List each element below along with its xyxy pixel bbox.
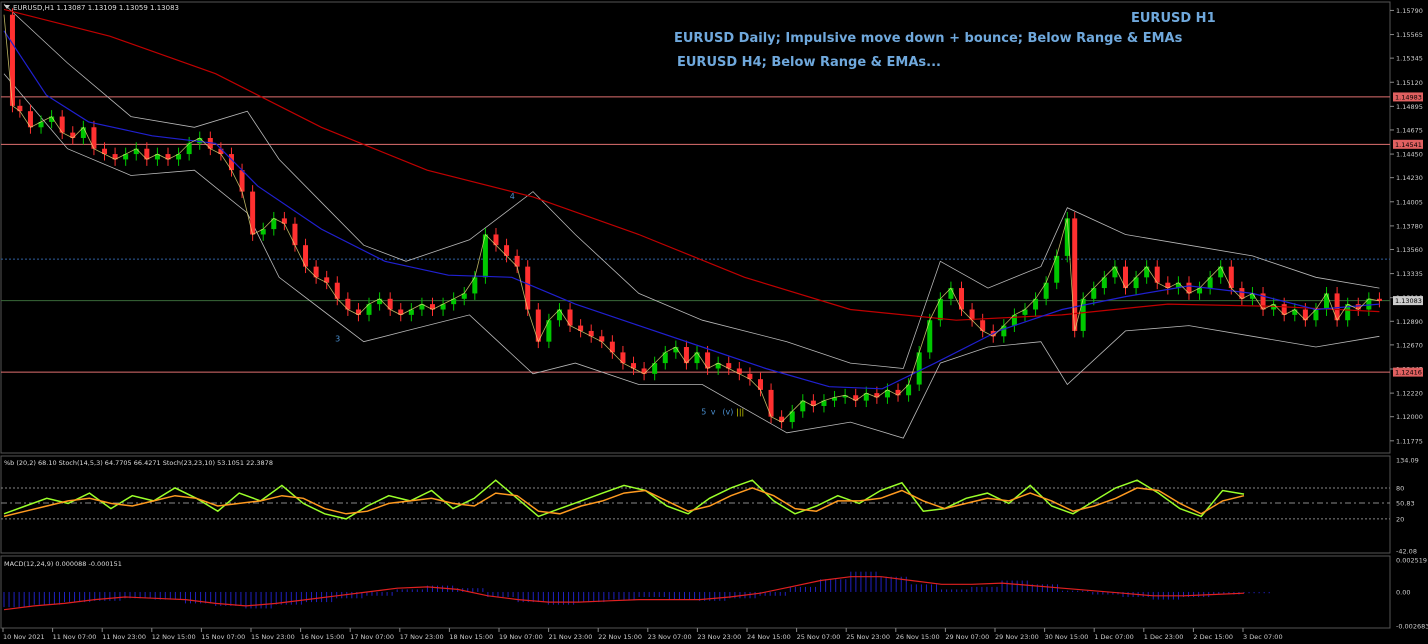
wave-label: v	[711, 408, 716, 417]
symbol-header: EURUSD,H1 1.13087 1.13109 1.13059 1.1308…	[13, 4, 179, 12]
macd-tick-label: -0.002683	[1396, 623, 1428, 631]
time-tick-label: 21 Nov 23:00	[549, 633, 593, 641]
oscillator-tick-label: 80	[1396, 484, 1404, 492]
wave-label: 4	[510, 192, 515, 201]
macd-tick-label: 0.002519	[1396, 557, 1427, 565]
oscillator-tick-label: -42.08	[1396, 548, 1417, 556]
time-tick-label: 2 Dec 15:00	[1193, 633, 1233, 641]
time-tick-label: 25 Nov 07:00	[797, 633, 841, 641]
price-tick-label: 1.12890	[1396, 318, 1423, 326]
price-tick-label: 1.12670	[1396, 341, 1423, 349]
time-tick-label: 1 Dec 23:00	[1144, 633, 1184, 641]
time-tick-label: 23 Nov 23:00	[697, 633, 741, 641]
time-tick-label: 11 Nov 23:00	[102, 633, 146, 641]
price-label: 1.13083	[1395, 297, 1422, 305]
price-tick-label: 1.15565	[1396, 31, 1423, 39]
time-tick-label: 10 Nov 2021	[3, 633, 45, 641]
time-tick-label: 11 Nov 07:00	[53, 633, 97, 641]
wave-label: (v)	[722, 408, 733, 417]
oscillator-tick-label: 50.83	[1396, 500, 1415, 508]
oscillator-tick-label: 134.09	[1396, 457, 1419, 465]
price-tick-label: 1.15345	[1396, 55, 1423, 63]
time-tick-label: 29 Nov 07:00	[945, 633, 989, 641]
price-tick-label: 1.14005	[1396, 198, 1423, 206]
price-label: 1.14983	[1395, 93, 1422, 101]
price-tick-label: 1.14675	[1396, 126, 1423, 134]
trading-chart[interactable]: 1.15790 1.15565 1.15345 1.15120 1.14895 1.146…	[0, 0, 1428, 644]
time-tick-label: 18 Nov 15:00	[449, 633, 493, 641]
price-tick-label: 1.11775	[1396, 437, 1423, 445]
time-tick-label: 30 Nov 15:00	[1045, 633, 1089, 641]
time-tick-label: 12 Nov 15:00	[152, 633, 196, 641]
wave-label: 5	[701, 408, 706, 417]
time-tick-label: 25 Nov 23:00	[846, 633, 890, 641]
price-label: 1.12416	[1395, 369, 1422, 377]
price-tick-label: 1.13560	[1396, 246, 1423, 254]
macd-tick-label: 0.00	[1396, 588, 1410, 596]
price-tick-label: 1.14450	[1396, 151, 1423, 159]
time-tick-label: 29 Nov 23:00	[995, 633, 1039, 641]
annotation-h4: EURUSD H4; Below Range & EMAs...	[677, 55, 941, 70]
time-tick-label: 22 Nov 15:00	[598, 633, 642, 641]
time-tick-label: 24 Nov 15:00	[747, 633, 791, 641]
candle-body[interactable]	[9, 14, 15, 106]
price-tick-label: 1.14895	[1396, 103, 1423, 111]
time-tick-label: 3 Dec 07:00	[1243, 633, 1283, 641]
oscillator-title: %b (20,2) 68.10 Stoch(14,5,3) 64.7705 66…	[4, 459, 273, 467]
time-tick-label: 15 Nov 23:00	[251, 633, 295, 641]
price-tick-label: 1.13780	[1396, 222, 1423, 230]
time-tick-label: 19 Nov 07:00	[499, 633, 543, 641]
wave-label: 3	[335, 335, 340, 344]
wave-label: |||	[736, 408, 744, 417]
time-tick-label: 1 Dec 07:00	[1094, 633, 1134, 641]
price-tick-label: 1.13335	[1396, 270, 1423, 278]
time-tick-label: 15 Nov 07:00	[201, 633, 245, 641]
price-tick-label: 1.12000	[1396, 413, 1423, 421]
oscillator-tick-label: 20	[1396, 515, 1404, 523]
price-tick-label: 1.15120	[1396, 79, 1423, 87]
annotation-daily: EURUSD Daily; Impulsive move down + boun…	[674, 31, 1183, 46]
candle-body[interactable]	[1080, 298, 1086, 331]
time-tick-label: 16 Nov 15:00	[301, 633, 345, 641]
price-tick-label: 1.12220	[1396, 390, 1423, 398]
annotation-title-h1: EURUSD H1	[1131, 11, 1216, 26]
price-tick-label: 1.14230	[1396, 174, 1423, 182]
price-tick-label: 1.15790	[1396, 7, 1423, 15]
time-tick-label: 26 Nov 15:00	[896, 633, 940, 641]
macd-title: MACD(12,24,9) 0.000088 -0.000151	[4, 560, 122, 568]
time-tick-label: 17 Nov 07:00	[350, 633, 394, 641]
time-tick-label: 17 Nov 23:00	[400, 633, 444, 641]
price-label: 1.14541	[1395, 141, 1422, 149]
time-tick-label: 23 Nov 07:00	[648, 633, 692, 641]
